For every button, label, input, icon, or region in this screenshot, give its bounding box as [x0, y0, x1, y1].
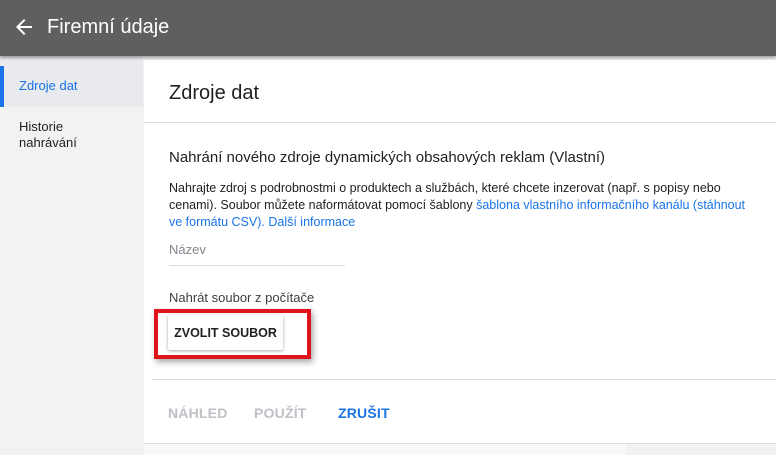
sidebar: Zdroje dat Historie nahrávání — [0, 56, 143, 454]
bottom-strip — [144, 443, 776, 455]
section-title: Nahrání nového zdroje dynamických obsaho… — [169, 149, 606, 166]
action-footer: NÁHLED POUŽÍT ZRUŠIT — [152, 379, 776, 444]
arrow-left-icon — [16, 19, 32, 35]
upload-label: Nahrát soubor z počítače — [169, 290, 315, 305]
bottom-strip-inner — [144, 444, 626, 455]
description: Nahrajte zdroj s podrobnostmi o produkte… — [169, 180, 759, 231]
sidebar-item-historie-nahravani[interactable]: Historie nahrávání — [0, 107, 110, 151]
main-header: Zdroje dat — [144, 60, 776, 123]
apply-button[interactable]: POUŽÍT — [254, 405, 307, 421]
page-title: Zdroje dat — [169, 82, 260, 104]
app-title: Firemní údaje — [47, 16, 170, 38]
name-input[interactable]: Název — [169, 242, 206, 257]
sidebar-item-label: Zdroje dat — [19, 78, 78, 93]
preview-button[interactable]: NÁHLED — [168, 405, 228, 421]
sidebar-item-zdroje-dat[interactable]: Zdroje dat — [0, 56, 143, 107]
more-info-link[interactable]: Další informace — [268, 215, 355, 229]
main-panel: Zdroje dat Nahrání nového zdroje dynamic… — [144, 60, 776, 455]
name-input-underline — [169, 265, 345, 266]
choose-file-button[interactable]: ZVOLIT SOUBOR — [168, 315, 283, 350]
sidebar-item-label: Historie nahrávání — [19, 119, 77, 150]
back-button[interactable] — [12, 15, 36, 39]
cancel-button[interactable]: ZRUŠIT — [338, 405, 390, 421]
top-app-bar: Firemní údaje — [0, 0, 776, 56]
